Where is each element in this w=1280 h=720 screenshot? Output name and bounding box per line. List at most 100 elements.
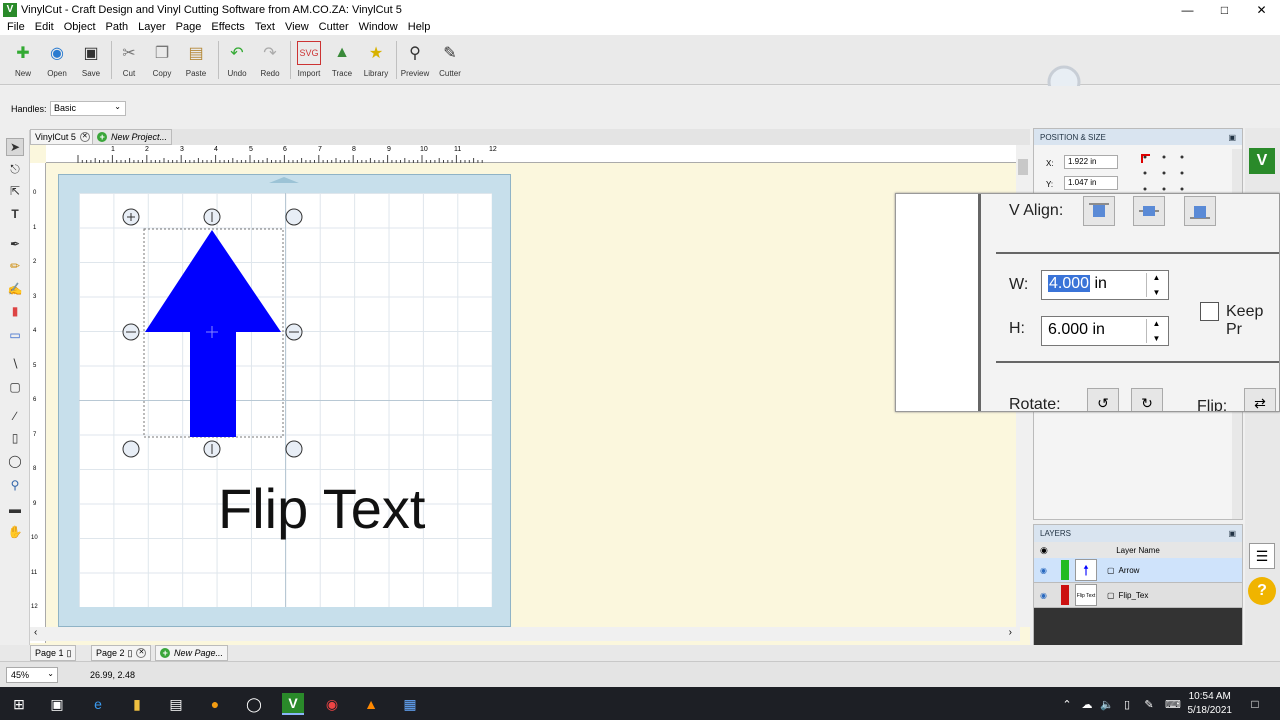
chevron-down-icon[interactable]: ▼ — [1153, 334, 1161, 343]
pen-tool-icon[interactable]: ✒ — [6, 235, 24, 253]
close-button[interactable]: ✕ — [1243, 0, 1280, 19]
eyedropper-tool-icon[interactable]: ∖ — [6, 355, 24, 373]
file-explorer-icon[interactable]: ▮ — [126, 693, 148, 715]
open-button[interactable]: ◉ Open — [41, 41, 73, 78]
tray-chevron-icon[interactable]: ⌃ — [1056, 693, 1078, 715]
align-bottom-button[interactable] — [1184, 196, 1216, 226]
menu-path[interactable]: Path — [101, 21, 134, 33]
network-icon[interactable]: ☁ — [1076, 693, 1098, 715]
measure-tool-icon[interactable]: ▬ — [6, 500, 24, 518]
paste-button[interactable]: ▤ Paste — [180, 41, 212, 78]
menu-help[interactable]: Help — [403, 21, 436, 33]
lasso-tool-icon[interactable]: ⎋ — [6, 160, 24, 178]
menu-edit[interactable]: Edit — [30, 21, 59, 33]
layer-row-flip-text[interactable]: ◉ Flip Text ▢ Flip_Tex — [1034, 583, 1242, 608]
close-icon[interactable]: ✕ — [136, 648, 147, 658]
width-spinner[interactable]: ▲ ▼ — [1146, 273, 1166, 297]
windows-start-icon[interactable]: ⊞ — [8, 693, 30, 715]
height-spinner[interactable]: ▲ ▼ — [1146, 319, 1166, 343]
menu-effects[interactable]: Effects — [206, 21, 249, 33]
width-field[interactable]: 4.000 in ▲ ▼ — [1041, 270, 1169, 300]
rotate-right-button[interactable]: ↻ — [1131, 388, 1163, 411]
battery-icon[interactable]: ▯ — [1116, 693, 1138, 715]
scroll-right-icon[interactable]: › — [1009, 627, 1012, 638]
import-button[interactable]: SVG Import — [293, 41, 325, 78]
app-icon[interactable]: ◯ — [243, 693, 265, 715]
preview-button[interactable]: ⚲ Preview — [399, 41, 431, 78]
copy-button[interactable]: ❐ Copy — [146, 41, 178, 78]
x-field[interactable]: 1.922 in — [1064, 155, 1118, 169]
menu-window[interactable]: Window — [354, 21, 403, 33]
pen-icon[interactable]: ✎ — [1138, 693, 1160, 715]
menu-cutter[interactable]: Cutter — [314, 21, 354, 33]
shape-tool-icon[interactable]: ▭ — [6, 326, 24, 344]
scroll-left-icon[interactable]: ‹ — [34, 627, 37, 638]
volume-icon[interactable]: 🔈 — [1096, 693, 1118, 715]
menu-text[interactable]: Text — [250, 21, 280, 33]
task-view-icon[interactable]: ▣ — [46, 693, 68, 715]
handles-select[interactable]: Basic ⌄ — [50, 101, 126, 116]
flip-text-object[interactable]: Flip Text — [218, 476, 425, 541]
minimize-button[interactable]: — — [1169, 0, 1206, 19]
vinylcut-taskbar-icon[interactable]: V — [282, 693, 304, 715]
edge-icon[interactable]: e — [87, 693, 109, 715]
layer-row-arrow[interactable]: ◉ 🠕 ▢ Arrow — [1034, 558, 1242, 583]
horizontal-scrollbar[interactable]: ‹ › — [30, 627, 1020, 641]
panel-toggle-icon[interactable]: ▣ — [1228, 529, 1236, 538]
weld-tool-icon[interactable]: ▯ — [6, 429, 24, 447]
menu-layer[interactable]: Layer — [133, 21, 171, 33]
y-field[interactable]: 1.047 in — [1064, 176, 1118, 190]
redo-button[interactable]: ↷ Redo — [254, 41, 286, 78]
flip-button[interactable]: ⇄ — [1244, 388, 1276, 411]
notifications-icon[interactable]: □ — [1244, 693, 1266, 715]
keep-proportions-checkbox[interactable] — [1200, 302, 1219, 321]
align-middle-button[interactable] — [1133, 196, 1165, 226]
tab-vinylcut-5[interactable]: VinylCut 5 ✕ — [30, 129, 95, 145]
keyboard-icon[interactable]: ⌨ — [1162, 693, 1184, 715]
system-clock[interactable]: 10:54 AM 5/18/2021 — [1188, 690, 1233, 718]
pencil-tool-icon[interactable]: ✏ — [6, 257, 24, 275]
app-window-icon[interactable]: ▦ — [399, 693, 421, 715]
maximize-button[interactable]: □ — [1206, 0, 1243, 19]
rotate-left-button[interactable]: ↺ — [1087, 388, 1119, 411]
firefox-icon[interactable]: ● — [204, 693, 226, 715]
close-icon[interactable]: ✕ — [79, 132, 90, 142]
contour-tool-icon[interactable]: ◯ — [6, 452, 24, 470]
chevron-down-icon[interactable]: ▼ — [1153, 288, 1161, 297]
menu-object[interactable]: Object — [59, 21, 101, 33]
menu-view[interactable]: View — [280, 21, 314, 33]
save-button[interactable]: ▣ Save — [75, 41, 107, 78]
layer-color-swatch[interactable] — [1060, 585, 1069, 605]
knife-tool-icon[interactable]: ∕ — [6, 407, 24, 425]
tab-new-project[interactable]: + New Project... — [92, 129, 173, 145]
zoom-tool-icon[interactable]: ⚲ — [6, 476, 24, 494]
hand-tool-icon[interactable]: ✋ — [6, 523, 24, 541]
trace-button[interactable]: ▲ Trace — [326, 41, 358, 78]
chevron-up-icon[interactable]: ▲ — [1153, 273, 1161, 282]
cutter-button[interactable]: ✎ Cutter — [434, 41, 466, 78]
arrow-shape[interactable] — [118, 205, 310, 465]
anchor-grid[interactable] — [1140, 153, 1190, 193]
menu-file[interactable]: File — [2, 21, 30, 33]
eye-icon[interactable]: ◉ — [1040, 591, 1047, 600]
layer-color-swatch[interactable] — [1060, 560, 1069, 580]
tab-new-page[interactable]: + New Page... — [155, 645, 229, 661]
panel-toggle-icon[interactable]: ▣ — [1228, 133, 1236, 142]
store-icon[interactable]: ▤ — [165, 693, 187, 715]
align-top-button[interactable] — [1083, 196, 1115, 226]
select-tool-icon[interactable]: ➤ — [6, 138, 24, 156]
text-tool-icon[interactable]: T — [6, 205, 24, 223]
eye-icon[interactable]: ◉ — [1040, 566, 1047, 575]
library-button[interactable]: ★ Library — [360, 41, 392, 78]
help-icon[interactable]: ? — [1248, 577, 1276, 605]
rectangle-tool-icon[interactable]: ▢ — [6, 378, 24, 396]
zoom-select[interactable]: 45% ⌄ — [6, 667, 58, 683]
eraser-tool-icon[interactable]: ▮ — [6, 302, 24, 320]
brush-tool-icon[interactable]: ✍ — [6, 280, 24, 298]
vinylcut-logo-icon[interactable]: V — [1249, 148, 1275, 174]
scroll-thumb[interactable] — [1018, 159, 1028, 175]
undo-button[interactable]: ↶ Undo — [221, 41, 253, 78]
vlc-icon[interactable]: ▲ — [360, 693, 382, 715]
chrome-icon[interactable]: ◉ — [321, 693, 343, 715]
tab-page-2[interactable]: Page 2 ▯ ✕ — [91, 645, 152, 661]
